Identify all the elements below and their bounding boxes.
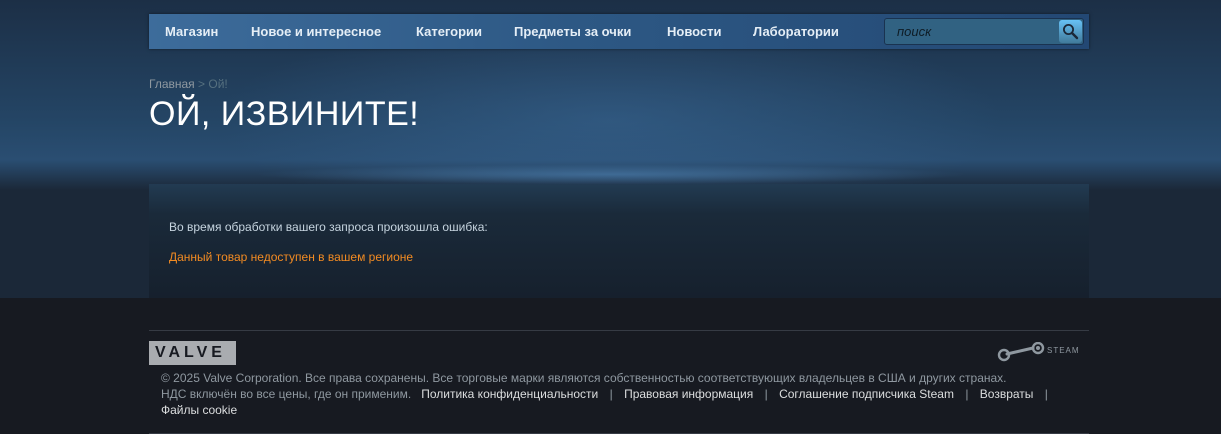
nav-tab-new-noteworthy[interactable]: Новое и интересное <box>251 14 381 49</box>
footer-divider <box>149 330 1089 331</box>
search-icon <box>1063 24 1079 40</box>
footer-link-privacy[interactable]: Политика конфиденциальности <box>421 387 598 401</box>
header-glow <box>100 160 1121 184</box>
error-message: Данный товар недоступен в вашем регионе <box>169 250 414 264</box>
footer-separator: | <box>1044 387 1048 401</box>
nav-tab-points-shop[interactable]: Предметы за очки <box>514 14 631 49</box>
search-input[interactable] <box>885 19 1055 44</box>
footer-link-refunds[interactable]: Возвраты <box>980 387 1034 401</box>
footer: VALVE STEAM © 2025 Valve Corporation. Вс… <box>0 298 1221 434</box>
valve-logo[interactable]: VALVE <box>149 341 236 365</box>
breadcrumb: Главная > Ой! <box>149 77 228 91</box>
footer-legal: © 2025 Valve Corporation. Все права сохр… <box>161 370 1056 418</box>
breadcrumb-home-link[interactable]: Главная <box>149 77 195 91</box>
footer-link-ssa[interactable]: Соглашение подписчика Steam <box>779 387 954 401</box>
breadcrumb-separator: > <box>198 77 206 91</box>
nav-tab-categories[interactable]: Категории <box>416 14 482 49</box>
page-title: ОЙ, ИЗВИНИТЕ! <box>149 95 420 133</box>
nav-tab-labs[interactable]: Лаборатории <box>753 14 839 49</box>
steam-logo-icon <box>997 341 1045 362</box>
search-box <box>884 18 1084 45</box>
nav-tab-store[interactable]: Магазин <box>165 14 218 49</box>
steam-logo-text: STEAM <box>1047 346 1080 355</box>
error-intro-text: Во время обработки вашего запроса произо… <box>169 220 488 234</box>
steam-logo[interactable]: STEAM <box>997 341 1079 364</box>
footer-link-cookies[interactable]: Файлы cookie <box>161 403 237 417</box>
footer-separator: | <box>609 387 613 401</box>
footer-link-legal[interactable]: Правовая информация <box>624 387 753 401</box>
store-nav-bar: Магазин Новое и интересное Категории Пре… <box>149 14 1089 49</box>
search-button[interactable] <box>1059 20 1082 43</box>
footer-separator: | <box>965 387 969 401</box>
footer-links-row: НДС включён во все цены, где он применим… <box>161 386 1056 402</box>
footer-separator: | <box>764 387 768 401</box>
vat-note: НДС включён во все цены, где он применим… <box>161 387 412 401</box>
breadcrumb-current: Ой! <box>208 77 228 91</box>
error-panel: Во время обработки вашего запроса произо… <box>149 184 1089 298</box>
nav-tab-news[interactable]: Новости <box>667 14 722 49</box>
copyright-text: © 2025 Valve Corporation. Все права сохр… <box>161 371 1007 385</box>
